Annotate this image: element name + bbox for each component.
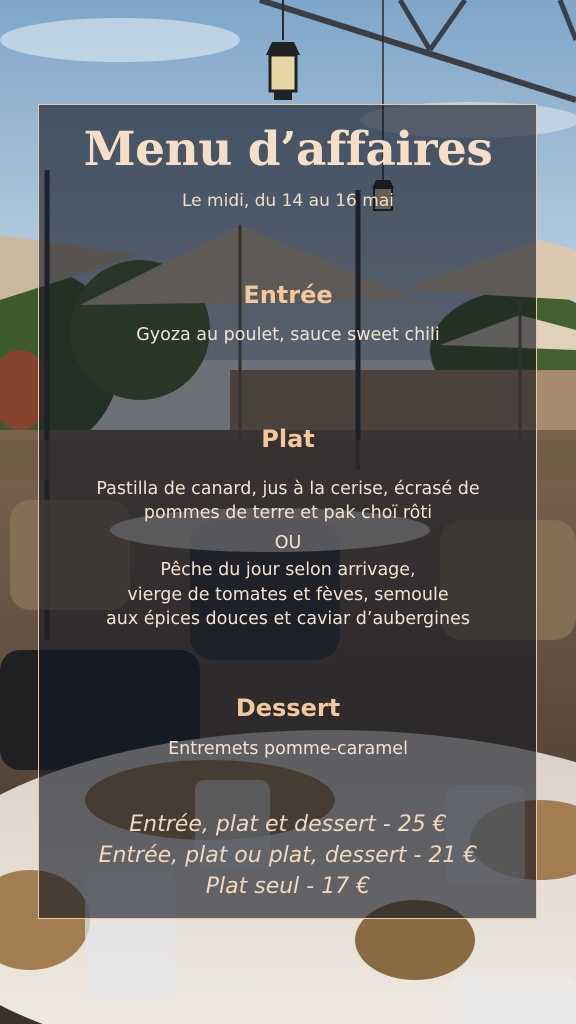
plat-or-separator: OU	[274, 533, 302, 553]
menu-title: Menu d’affaires	[83, 122, 493, 177]
entree-heading: Entrée	[243, 281, 333, 309]
price-line: Plat seul - 17 €	[205, 874, 371, 899]
hanging-lantern-icon	[266, 0, 300, 100]
plat-dish-2-line-1: Pêche du jour selon arrivage,	[160, 560, 416, 580]
plat-heading: Plat	[261, 425, 315, 453]
entree-dish: Gyoza au poulet, sauce sweet chili	[136, 325, 440, 345]
plat-dish-2-line-3: aux épices douces et caviar d’aubergines	[106, 609, 470, 629]
plat-dish-1-line-2: pommes de terre et pak choï rôti	[143, 503, 433, 523]
price-line: Entrée, plat et dessert - 25 €	[129, 812, 447, 837]
menu-subtitle: Le midi, du 14 au 16 mai	[182, 191, 394, 211]
plat-dish-1-line-1: Pastilla de canard, jus à la cerise, écr…	[96, 479, 480, 499]
dessert-heading: Dessert	[235, 694, 341, 722]
dessert-dish: Entremets pomme-caramel	[168, 739, 408, 759]
price-line: Entrée, plat ou plat, dessert - 21 €	[98, 843, 478, 868]
plat-dish-2-line-2: vierge de tomates et fèves, semoule	[127, 585, 449, 605]
